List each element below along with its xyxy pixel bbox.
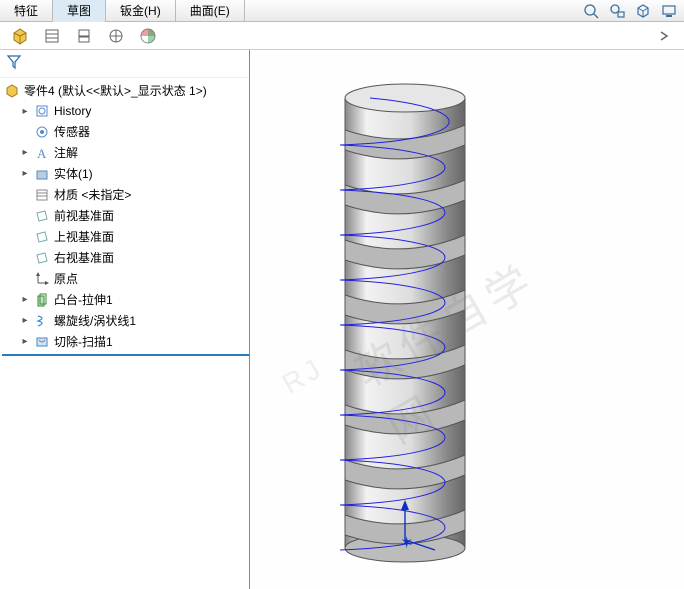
graphics-viewport[interactable]: ✶ 软件自学网 RJ — [250, 50, 684, 589]
expander-icon[interactable]: ▸ — [20, 148, 30, 158]
tree-sensors-label: 传感器 — [54, 123, 90, 140]
tree-helix-label: 螺旋线/涡状线1 — [54, 312, 136, 329]
annotations-icon: A — [34, 145, 50, 161]
tab-surface[interactable]: 曲面(E) — [176, 0, 245, 22]
tree-right-plane[interactable]: 右视基准面 — [2, 247, 249, 268]
rollback-bar[interactable] — [2, 354, 249, 356]
cut-sweep-icon — [34, 334, 50, 350]
material-icon — [34, 187, 50, 203]
funnel-icon[interactable] — [6, 54, 22, 70]
extrude-icon — [34, 292, 50, 308]
solids-icon — [34, 166, 50, 182]
expander-icon[interactable]: ▸ — [20, 316, 30, 326]
tree-cut-sweep-label: 切除-扫描1 — [54, 333, 113, 350]
display-manager-tab[interactable] — [132, 24, 164, 48]
plane-icon — [34, 229, 50, 245]
tree-boss-extrude[interactable]: ▸ 凸台-拉伸1 — [2, 289, 249, 310]
tree-cut-sweep[interactable]: ▸ 切除-扫描1 — [2, 331, 249, 352]
svg-text:✶: ✶ — [400, 535, 413, 552]
tree-front-plane-label: 前视基准面 — [54, 207, 114, 224]
filter-row — [0, 50, 249, 78]
tree-top-plane-label: 上视基准面 — [54, 228, 114, 245]
tree-boss-extrude-label: 凸台-拉伸1 — [54, 291, 113, 308]
zoom-area-icon[interactable] — [608, 2, 626, 20]
feature-manager-tab[interactable] — [4, 24, 36, 48]
part-icon — [4, 83, 20, 99]
tree-annotations-label: 注解 — [54, 144, 78, 161]
tree-helix[interactable]: ▸ 螺旋线/涡状线1 — [2, 310, 249, 331]
zoom-fit-icon[interactable] — [582, 2, 600, 20]
property-manager-tab[interactable] — [36, 24, 68, 48]
tab-feature[interactable]: 特征 — [0, 0, 53, 22]
tree-root-label: 零件4 (默认<<默认>_显示状态 1>) — [24, 82, 207, 99]
helix-icon — [34, 313, 50, 329]
expander-icon[interactable]: ▸ — [20, 169, 30, 179]
tree-sensors[interactable]: 传感器 — [2, 121, 249, 142]
tree-front-plane[interactable]: 前视基准面 — [2, 205, 249, 226]
expand-pane-icon[interactable] — [648, 24, 680, 48]
feature-tree: 零件4 (默认<<默认>_显示状态 1>) ▸ History 传感器 ▸ — [0, 78, 249, 366]
display-icon[interactable] — [660, 2, 678, 20]
expander-icon[interactable]: ▸ — [20, 106, 30, 116]
manager-pane-tabs — [0, 22, 684, 50]
expander-icon[interactable]: ▸ — [20, 337, 30, 347]
dimxpert-manager-tab[interactable] — [100, 24, 132, 48]
plane-icon — [34, 250, 50, 266]
plane-icon — [34, 208, 50, 224]
command-manager-tabs: 特征 草图 钣金(H) 曲面(E) — [0, 0, 684, 22]
tree-material-label: 材质 <未指定> — [54, 186, 131, 203]
feature-tree-panel[interactable]: 零件4 (默认<<默认>_显示状态 1>) ▸ History 传感器 ▸ — [0, 50, 250, 589]
tree-annotations[interactable]: ▸ A 注解 — [2, 142, 249, 163]
tree-history[interactable]: ▸ History — [2, 101, 249, 121]
tree-solids-label: 实体(1) — [54, 165, 93, 182]
tree-origin[interactable]: 原点 — [2, 268, 249, 289]
history-icon — [34, 103, 50, 119]
tree-origin-label: 原点 — [54, 270, 78, 287]
tab-sketch[interactable]: 草图 — [53, 0, 106, 22]
cube-icon[interactable] — [634, 2, 652, 20]
tree-solids[interactable]: ▸ 实体(1) — [2, 163, 249, 184]
tree-root[interactable]: 零件4 (默认<<默认>_显示状态 1>) — [2, 80, 249, 101]
sensors-icon — [34, 124, 50, 140]
origin-icon — [34, 271, 50, 287]
view-toolbar — [582, 2, 678, 20]
tab-sheetmetal[interactable]: 钣金(H) — [106, 0, 176, 22]
configuration-manager-tab[interactable] — [68, 24, 100, 48]
svg-text:A: A — [37, 146, 47, 161]
tree-material[interactable]: 材质 <未指定> — [2, 184, 249, 205]
tree-top-plane[interactable]: 上视基准面 — [2, 226, 249, 247]
expander-icon[interactable]: ▸ — [20, 295, 30, 305]
tree-right-plane-label: 右视基准面 — [54, 249, 114, 266]
tree-history-label: History — [54, 104, 91, 118]
model-render: ✶ — [250, 50, 684, 589]
